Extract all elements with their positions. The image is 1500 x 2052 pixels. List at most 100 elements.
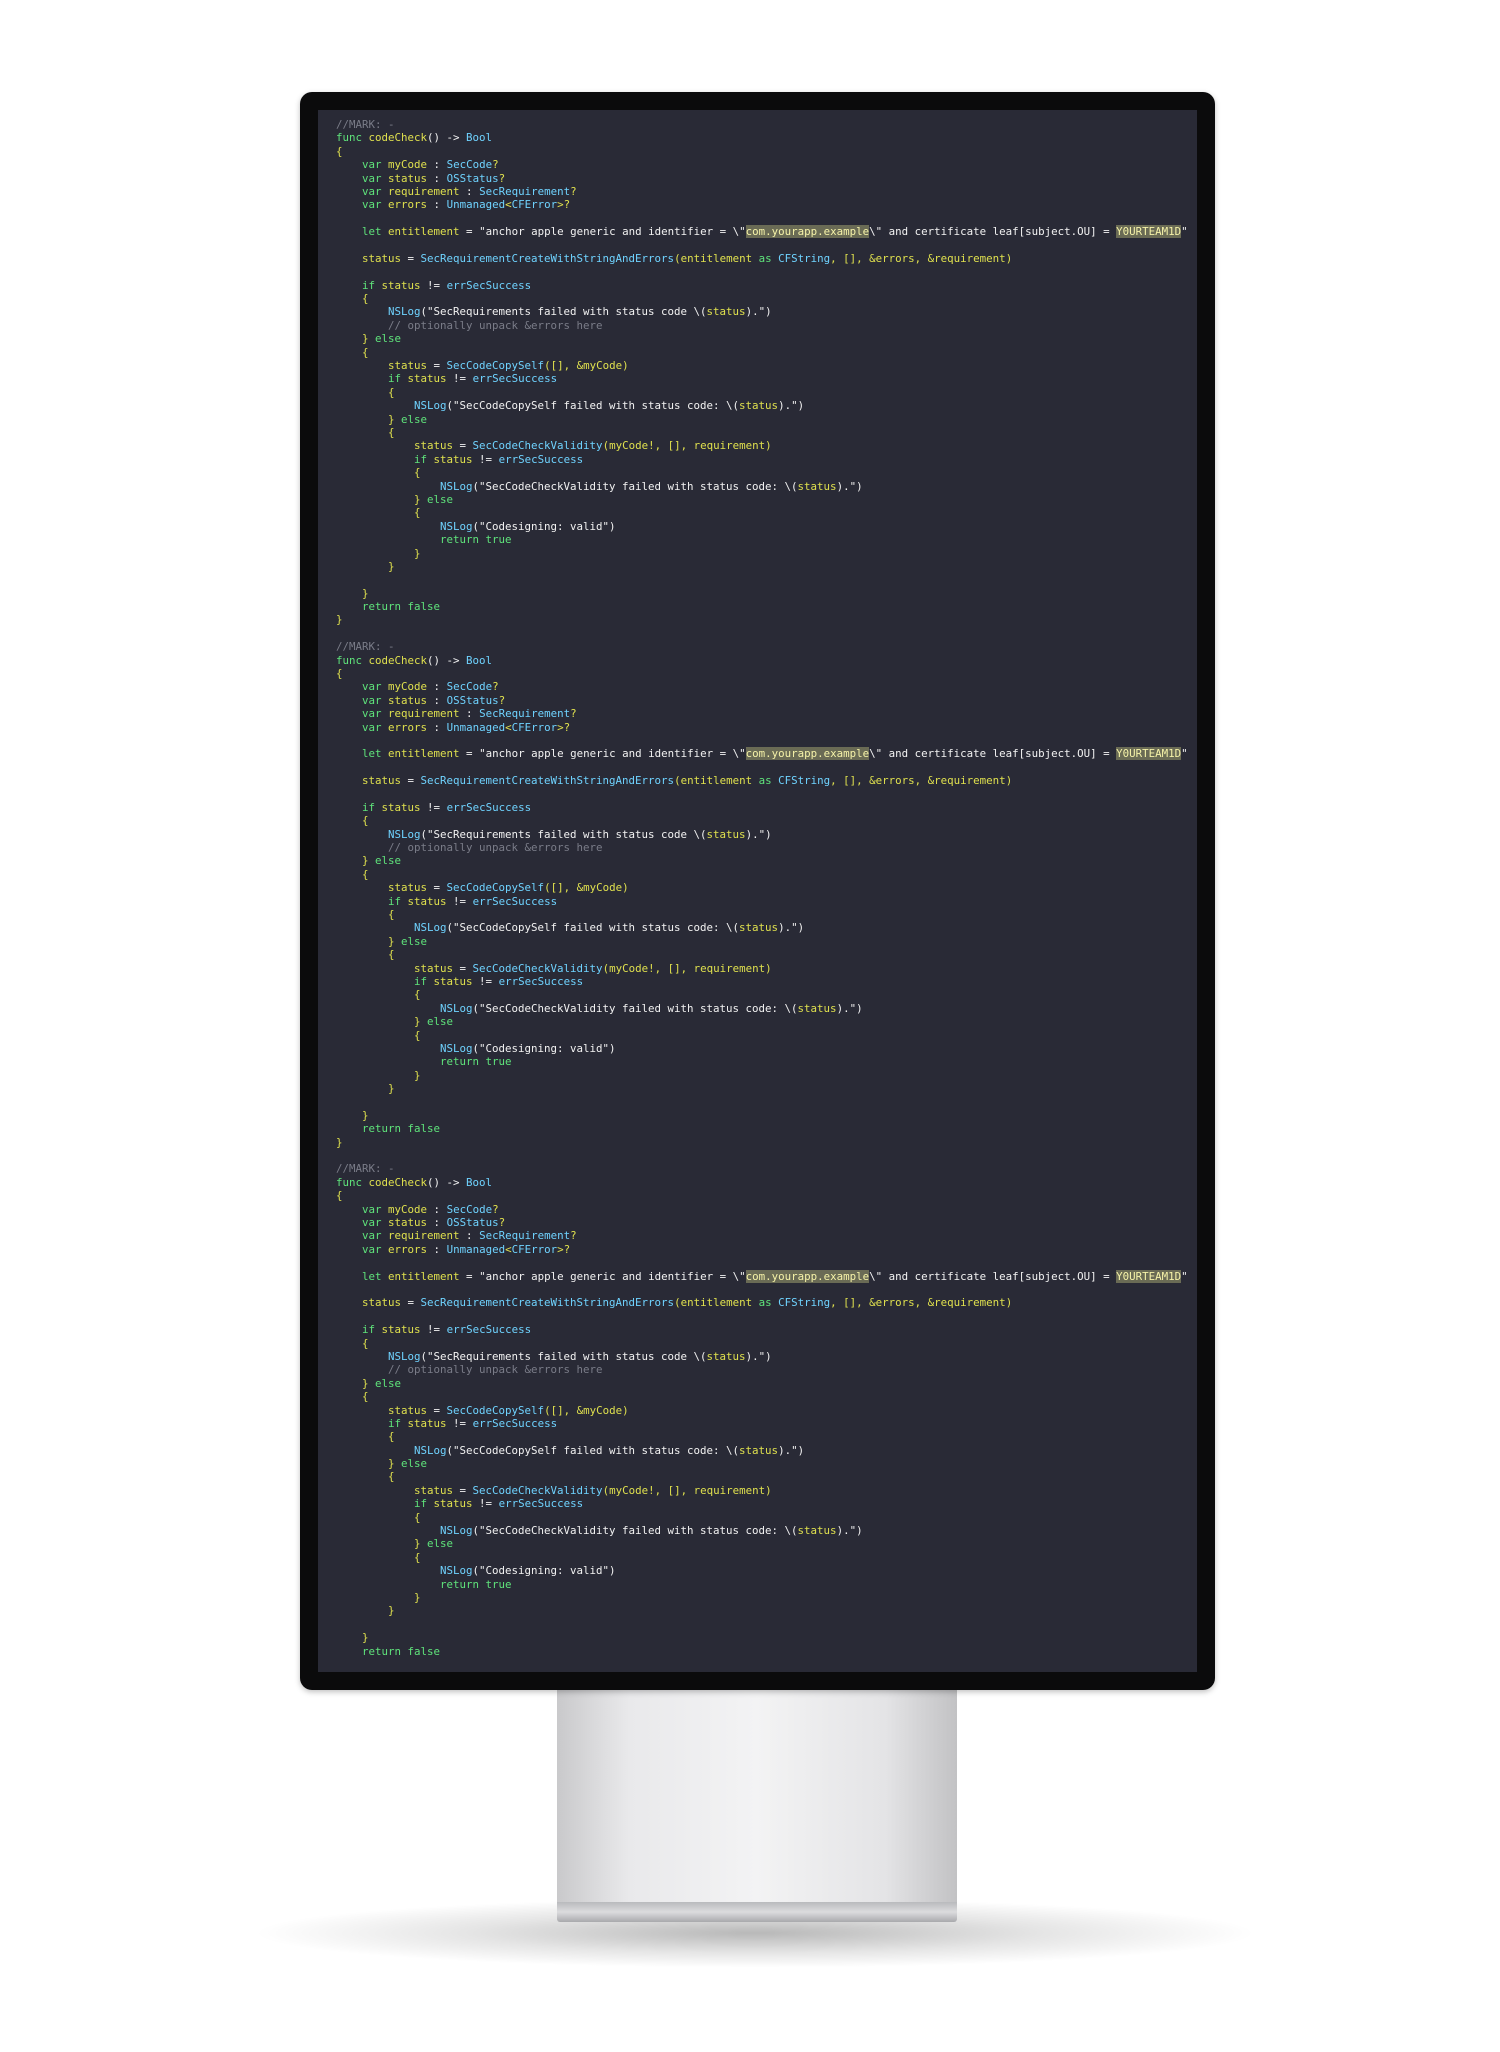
code-token: ).") bbox=[778, 399, 805, 413]
code-line: return false bbox=[336, 1645, 1191, 1658]
code-line: var myCode : SecCode? bbox=[336, 1203, 1191, 1216]
code-token: status bbox=[381, 278, 421, 292]
code-token: // optionally unpack &errors here bbox=[388, 841, 603, 855]
code-line: { bbox=[336, 506, 1191, 519]
code-token: //MARK: - bbox=[336, 640, 395, 654]
code-token: NSLog bbox=[440, 519, 473, 533]
code-line: var myCode : SecCode? bbox=[336, 680, 1191, 693]
code-token: errSecSuccess bbox=[498, 975, 584, 988]
code-token: NSLog bbox=[440, 1564, 473, 1578]
code-line: NSLog("SecCodeCopySelf failed with statu… bbox=[336, 399, 1191, 412]
code-token: func bbox=[336, 1175, 369, 1189]
code-token: //MARK: - bbox=[336, 118, 395, 131]
code-token: ? bbox=[570, 1229, 577, 1243]
code-token: SecRequirement bbox=[479, 184, 571, 198]
code-token: var bbox=[362, 158, 389, 172]
code-line: if status != errSecSuccess bbox=[336, 895, 1191, 908]
code-line: status = SecRequirementCreateWithStringA… bbox=[336, 774, 1191, 787]
code-token: SecCode bbox=[446, 1202, 493, 1216]
code-line: { bbox=[336, 908, 1191, 921]
code-token: myCode bbox=[583, 1403, 623, 1417]
code-line: { bbox=[336, 1430, 1191, 1443]
code-line: let entitlement = "anchor apple generic … bbox=[336, 747, 1191, 761]
code-token: , [], & bbox=[830, 1296, 876, 1310]
code-line: var requirement : SecRequirement? bbox=[336, 185, 1191, 198]
code-token: SecRequirementCreateWithStringAndErrors bbox=[420, 251, 675, 265]
code-token: status bbox=[407, 372, 447, 386]
code-token: () -> bbox=[427, 653, 467, 667]
code-line: var requirement : SecRequirement? bbox=[336, 1229, 1191, 1242]
code-line: status = SecCodeCopySelf([], &myCode) bbox=[336, 1404, 1191, 1417]
code-token: SecCodeCopySelf bbox=[446, 1403, 545, 1417]
code-token: let bbox=[362, 225, 389, 239]
code-token: } bbox=[414, 1537, 428, 1551]
code-token: else bbox=[401, 412, 428, 426]
code-token: } bbox=[414, 1015, 428, 1029]
code-token: Y0URTEAM1D bbox=[1116, 1269, 1182, 1283]
code-editor[interactable]: //MARK: - func codeCheck() -> Bool{ var m… bbox=[336, 118, 1191, 1658]
code-token: ([], & bbox=[544, 881, 584, 895]
code-token: if bbox=[388, 372, 408, 386]
code-token: } bbox=[336, 613, 343, 627]
code-token: CFError bbox=[511, 1242, 558, 1256]
code-token: status bbox=[388, 881, 428, 895]
code-token: = bbox=[459, 225, 480, 239]
code-token: true bbox=[485, 1055, 512, 1069]
code-token: } bbox=[414, 492, 428, 506]
code-line: { bbox=[336, 1390, 1191, 1403]
code-token: SecRequirementCreateWithStringAndErrors bbox=[420, 774, 675, 788]
code-line: func codeCheck() -> Bool bbox=[336, 131, 1191, 144]
code-token: "anchor apple generic and identifier = \… bbox=[479, 225, 746, 239]
code-token: CFError bbox=[511, 720, 558, 734]
code-token: ? bbox=[570, 184, 577, 198]
code-token: requirement bbox=[934, 251, 1006, 265]
code-token: errors bbox=[388, 198, 428, 212]
code-token: : bbox=[459, 184, 480, 198]
code-token: ? bbox=[492, 1202, 499, 1216]
code-token: return bbox=[440, 1577, 486, 1591]
monitor-stand-foot bbox=[557, 1902, 957, 1922]
code-line: return false bbox=[336, 1122, 1191, 1135]
code-token: ("SecCodeCheckValidity failed with statu… bbox=[472, 1001, 798, 1015]
code-line: if status != errSecSuccess bbox=[336, 1497, 1191, 1510]
code-token: = bbox=[453, 961, 473, 975]
code-token: status bbox=[407, 1416, 447, 1430]
code-line: if status != errSecSuccess bbox=[336, 1323, 1191, 1336]
code-token: = bbox=[401, 1296, 421, 1310]
code-token: ) bbox=[622, 1403, 629, 1417]
code-token: \" and certificate leaf[subject.OU] = bbox=[869, 225, 1117, 239]
code-token: myCode bbox=[388, 158, 428, 172]
code-token: codeCheck bbox=[368, 1175, 428, 1189]
code-line: } else bbox=[336, 1377, 1191, 1390]
code-token: "anchor apple generic and identifier = \… bbox=[479, 1269, 746, 1283]
code-token: requirement bbox=[693, 439, 766, 453]
code-token: errors bbox=[388, 720, 428, 734]
code-token: , [], & bbox=[830, 774, 876, 788]
code-token: var bbox=[362, 171, 389, 185]
code-token: func bbox=[336, 653, 369, 667]
code-token: } bbox=[414, 1590, 421, 1604]
code-token: NSLog bbox=[440, 479, 473, 493]
code-token: : bbox=[427, 171, 447, 185]
code-token: = bbox=[427, 359, 447, 373]
code-token: = bbox=[459, 1269, 480, 1283]
code-token: : bbox=[459, 707, 480, 721]
code-token: OSStatus bbox=[446, 171, 499, 185]
code-token: >? bbox=[557, 720, 571, 734]
code-token: { bbox=[414, 466, 421, 480]
code-line: { bbox=[336, 1189, 1191, 1202]
code-token: ).") bbox=[836, 1001, 863, 1015]
